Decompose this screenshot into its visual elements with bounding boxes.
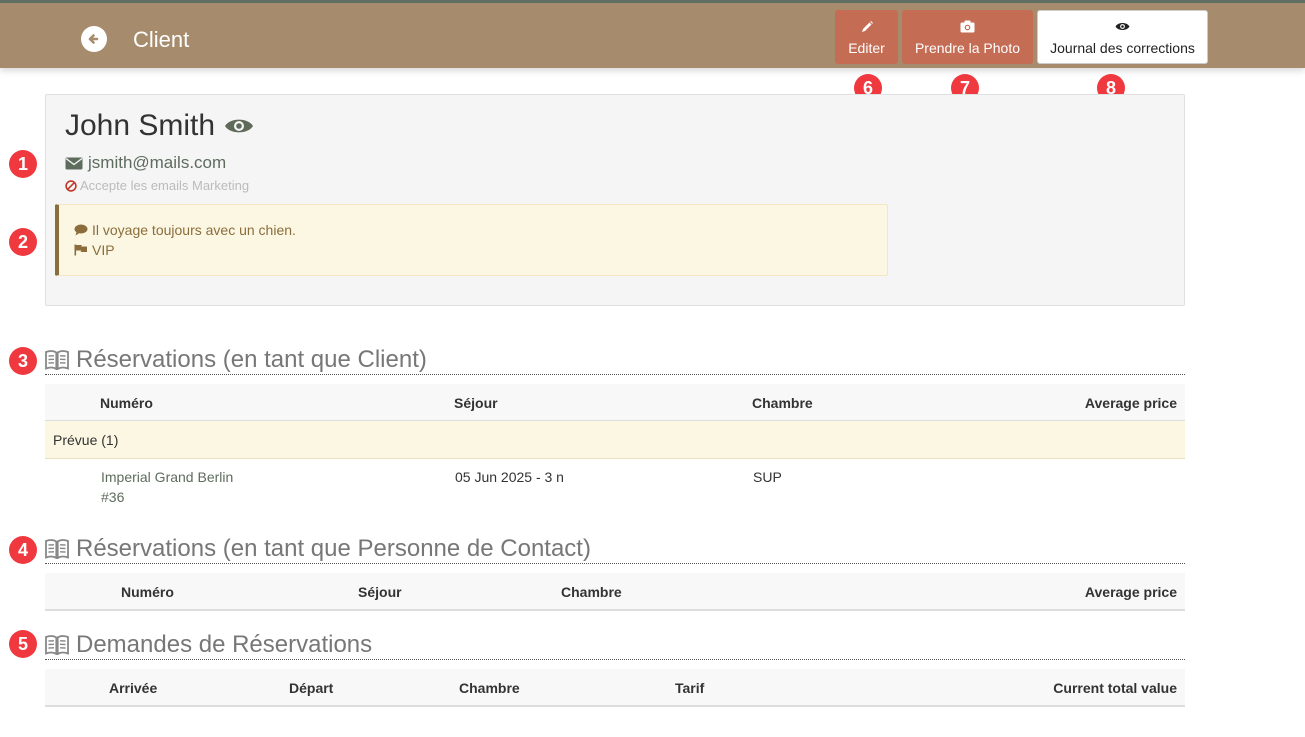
section-title: Réservations (en tant que Client) — [76, 345, 427, 373]
note-comment-text: Il voyage toujours avec un chien. — [92, 222, 296, 238]
client-name: John Smith — [65, 109, 216, 142]
column-header[interactable]: Arrivée — [109, 680, 157, 696]
column-header[interactable]: Départ — [289, 680, 333, 696]
correction-log-button[interactable]: Journal des corrections — [1037, 10, 1208, 64]
edit-button[interactable]: Editer — [835, 10, 898, 64]
take-photo-button[interactable]: Prendre la Photo — [902, 10, 1033, 64]
column-header[interactable]: Numéro — [100, 395, 153, 411]
pencil-icon — [860, 19, 874, 35]
column-header[interactable]: Chambre — [561, 584, 622, 600]
table-header: Numéro Séjour Chambre Average price — [45, 573, 1185, 611]
column-header[interactable]: Average price — [1085, 584, 1177, 600]
section-reservation-requests: Demandes de Réservations — [45, 630, 1185, 660]
column-header[interactable]: Séjour — [358, 584, 402, 600]
envelope-icon — [65, 157, 83, 170]
take-photo-button-label: Prendre la Photo — [914, 39, 1021, 56]
note-flag: VIP — [74, 242, 115, 258]
flag-icon — [74, 244, 88, 256]
reservation-room: SUP — [753, 469, 782, 485]
table-header: Numéro Séjour Chambre Average price — [45, 384, 1185, 422]
marketing-consent: Accepte les emails Marketing — [65, 178, 249, 193]
arrow-left-icon — [88, 34, 99, 44]
column-header[interactable]: Chambre — [459, 680, 520, 696]
section-title: Demandes de Réservations — [76, 630, 373, 658]
column-header[interactable]: Séjour — [454, 395, 498, 411]
marker-5: 5 — [9, 630, 37, 658]
marker-4: 4 — [9, 536, 37, 564]
book-icon — [45, 538, 69, 559]
section-contact-reservations: Réservations (en tant que Personne de Co… — [45, 534, 1185, 564]
reservation-stay: 05 Jun 2025 - 3 n — [455, 469, 564, 485]
top-bar: Client Editer Prendre la Photo Journal d… — [0, 0, 1305, 68]
column-header[interactable]: Tarif — [675, 680, 704, 696]
column-header[interactable]: Chambre — [752, 395, 813, 411]
client-name-row: John Smith — [65, 109, 254, 143]
book-icon — [45, 634, 69, 655]
reservation-number[interactable]: #36 — [101, 489, 124, 505]
client-email[interactable]: jsmith@mails.com — [88, 153, 226, 173]
book-icon — [45, 349, 69, 370]
table-header: Arrivée Départ Chambre Tarif Current tot… — [45, 669, 1185, 707]
group-row: Prévue (1) — [45, 421, 1185, 459]
note-flag-text: VIP — [92, 242, 115, 258]
client-email-row: jsmith@mails.com — [65, 153, 226, 173]
marketing-consent-label: Accepte les emails Marketing — [80, 178, 250, 193]
group-label: Prévue (1) — [53, 432, 119, 448]
edit-button-label: Editer — [848, 39, 885, 56]
note-comment: Il voyage toujours avec un chien. — [74, 222, 296, 238]
comment-icon — [74, 224, 88, 236]
reservation-hotel[interactable]: Imperial Grand Berlin — [101, 469, 233, 485]
column-header[interactable]: Average price — [1085, 395, 1177, 411]
marker-2: 2 — [9, 228, 37, 256]
view-icon[interactable] — [224, 117, 254, 135]
column-header[interactable]: Numéro — [121, 584, 174, 600]
marker-3: 3 — [9, 347, 37, 375]
back-button[interactable] — [81, 26, 107, 52]
client-notes-box — [55, 204, 888, 276]
marker-1: 1 — [9, 150, 37, 178]
eye-icon — [1115, 19, 1130, 35]
column-header[interactable]: Current total value — [1053, 680, 1177, 696]
page-title: Client — [133, 27, 190, 52]
correction-log-button-label: Journal des corrections — [1050, 39, 1195, 56]
ban-icon — [65, 179, 77, 192]
section-client-reservations: Réservations (en tant que Client) — [45, 345, 1185, 375]
section-title: Réservations (en tant que Personne de Co… — [76, 534, 591, 562]
camera-icon — [960, 19, 975, 35]
